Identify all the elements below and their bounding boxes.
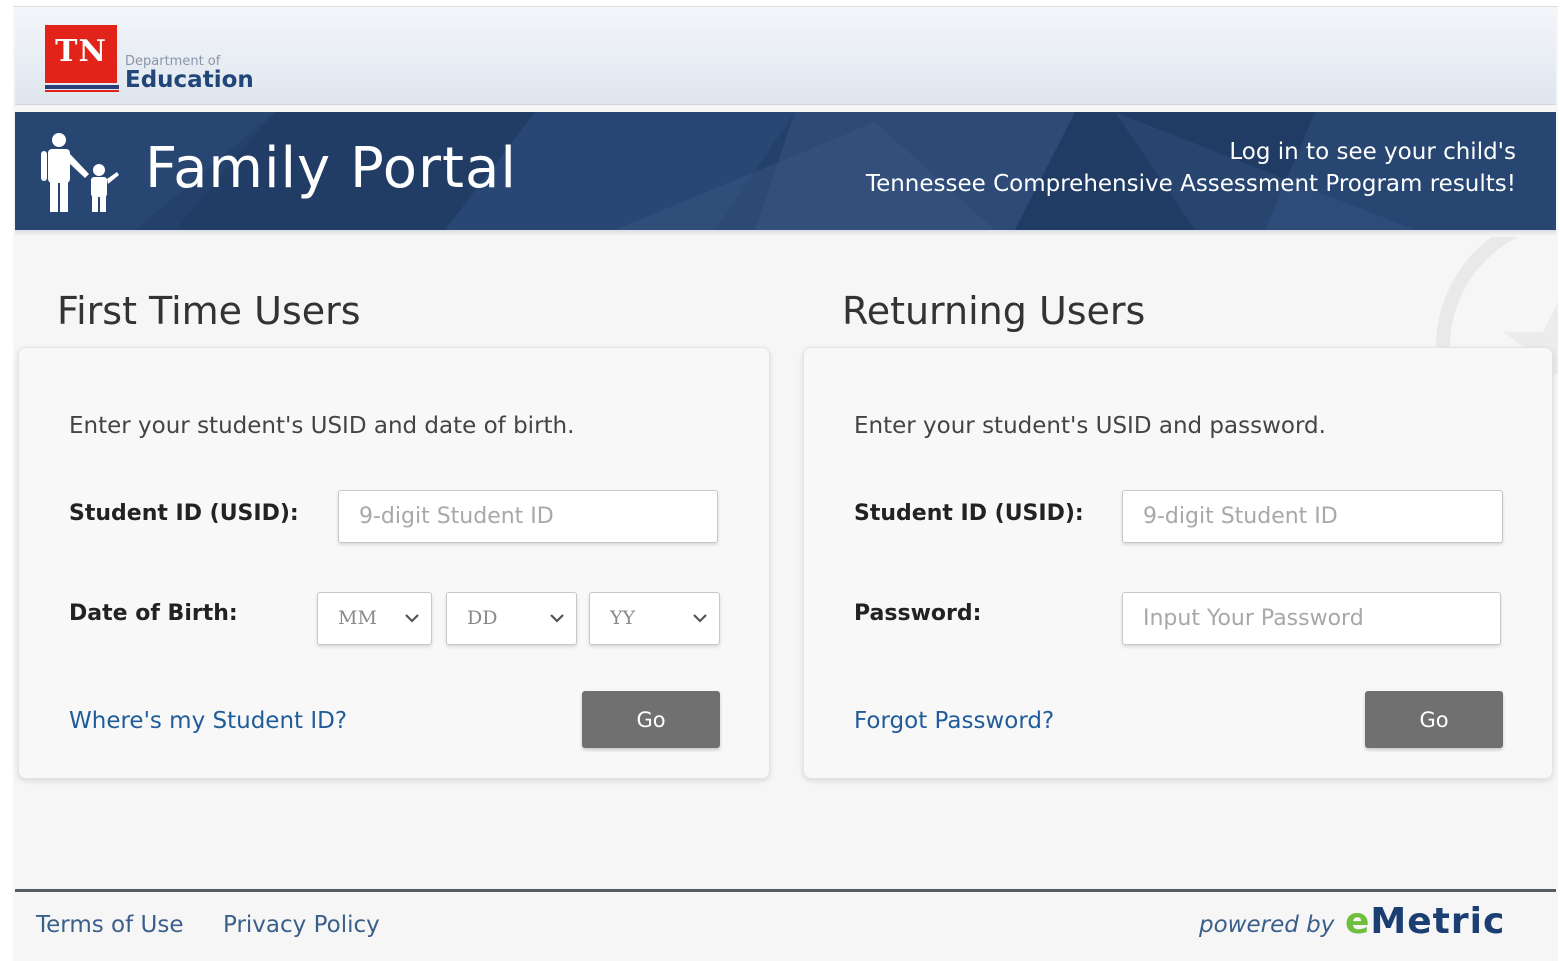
returning-intro: Enter your student's USID and password. bbox=[854, 413, 1326, 439]
dob-label: Date of Birth: bbox=[69, 601, 238, 626]
password-label: Password: bbox=[854, 601, 982, 626]
terms-of-use-link[interactable]: Terms of Use bbox=[36, 912, 184, 938]
logo-underline bbox=[45, 85, 119, 89]
portal-title: Family Portal bbox=[145, 136, 517, 201]
dob-year-select[interactable]: YY bbox=[589, 592, 720, 645]
returning-student-id-label: Student ID (USID): bbox=[854, 501, 1084, 526]
returning-users-card: Enter your student's USID and password. … bbox=[803, 347, 1553, 779]
dob-day-value: DD bbox=[467, 607, 498, 629]
first-time-users-heading: First Time Users bbox=[57, 289, 361, 333]
chevron-down-icon bbox=[405, 614, 419, 623]
first-time-student-id-input[interactable] bbox=[338, 490, 718, 543]
tagline-line-1: Log in to see your child's bbox=[1229, 139, 1516, 165]
page: TN Department of Education Family Portal… bbox=[13, 6, 1558, 961]
first-time-intro: Enter your student's USID and date of bi… bbox=[69, 413, 575, 439]
dob-month-select[interactable]: MM bbox=[317, 592, 432, 645]
top-header: TN Department of Education bbox=[15, 9, 1556, 105]
logo-underline-red bbox=[45, 90, 119, 92]
tn-logo[interactable]: TN bbox=[45, 25, 117, 83]
tagline-line-2: Tennessee Comprehensive Assessment Progr… bbox=[865, 171, 1516, 197]
chevron-down-icon bbox=[550, 614, 564, 623]
banner-shadow bbox=[15, 230, 1556, 236]
dob-day-select[interactable]: DD bbox=[446, 592, 577, 645]
returning-users-heading: Returning Users bbox=[842, 289, 1146, 333]
forgot-password-link[interactable]: Forgot Password? bbox=[854, 708, 1054, 734]
where-student-id-link[interactable]: Where's my Student ID? bbox=[69, 708, 347, 734]
emetric-logo[interactable]: eMetric bbox=[1345, 901, 1505, 942]
returning-go-button[interactable]: Go bbox=[1365, 691, 1503, 748]
chevron-down-icon bbox=[693, 614, 707, 623]
password-input[interactable] bbox=[1122, 592, 1501, 645]
first-time-users-card: Enter your student's USID and date of bi… bbox=[18, 347, 770, 779]
footer-divider bbox=[15, 889, 1556, 892]
dob-year-value: YY bbox=[610, 607, 636, 629]
dept-label-big: Education bbox=[125, 67, 254, 93]
powered-by-label: powered by bbox=[1199, 912, 1335, 938]
banner-tagline: Log in to see your child's Tennessee Com… bbox=[866, 136, 1516, 200]
returning-student-id-input[interactable] bbox=[1122, 490, 1503, 543]
first-time-go-button[interactable]: Go bbox=[582, 691, 720, 748]
portal-banner: Family Portal Log in to see your child's… bbox=[15, 112, 1556, 230]
family-icon bbox=[41, 133, 119, 212]
dob-month-value: MM bbox=[338, 607, 377, 629]
emetric-logo-rest: Metric bbox=[1370, 901, 1506, 942]
privacy-policy-link[interactable]: Privacy Policy bbox=[223, 912, 380, 938]
student-id-label: Student ID (USID): bbox=[69, 501, 299, 526]
emetric-logo-e: e bbox=[1345, 901, 1371, 942]
